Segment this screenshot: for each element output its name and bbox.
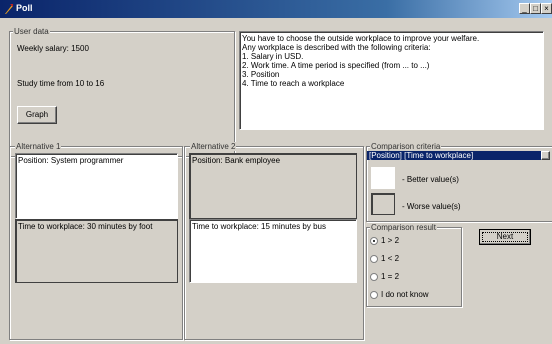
result-label-1-eq-2: 1 = 2 — [381, 272, 400, 281]
criteria-list-selected[interactable]: [Position] [Time to workplace] — [367, 151, 541, 160]
better-swatch — [371, 167, 395, 189]
title-bar: Poll _ □ × — [0, 0, 552, 18]
maximize-button[interactable]: □ — [530, 3, 541, 14]
worse-label: - Worse value(s) — [402, 202, 461, 211]
result-radio-1-gt-2[interactable] — [370, 237, 378, 245]
alt2-time-text: Time to workplace: 15 minutes by bus — [192, 222, 326, 231]
criteria-scroll-button[interactable] — [541, 151, 550, 160]
alternative-1-legend: Alternative 1 — [15, 142, 62, 151]
description-line: 4. Time to reach a workplace — [242, 79, 345, 88]
alt1-position-text: Position: System programmer — [18, 156, 124, 165]
description-line: You have to choose the outside workplace… — [242, 34, 480, 43]
minimize-button[interactable]: _ — [519, 3, 530, 14]
description-line: Any workplace is described with the foll… — [242, 43, 431, 52]
description-box: You have to choose the outside workplace… — [239, 31, 544, 130]
result-label-do-not-know: I do not know — [381, 290, 429, 299]
alternative-2-legend: Alternative 2 — [190, 142, 237, 151]
salary-text: Weekly salary: 1500 — [17, 44, 89, 53]
alt2-time-box: Time to workplace: 15 minutes by bus — [189, 219, 357, 283]
description-line: 1. Salary in USD. — [242, 52, 304, 61]
alt1-time-text: Time to workplace: 30 minutes by foot — [18, 222, 153, 231]
app-icon — [5, 4, 13, 14]
window-title: Poll — [16, 3, 33, 13]
comparison-criteria-legend: Comparison criteria — [370, 142, 442, 151]
worse-swatch — [371, 193, 395, 215]
result-label-1-gt-2: 1 > 2 — [381, 236, 400, 245]
result-radio-1-lt-2[interactable] — [370, 255, 378, 263]
criteria-selected-text: [Position] [Time to workplace] — [369, 151, 474, 160]
result-radio-1-eq-2[interactable] — [370, 273, 378, 281]
alt1-position-box: Position: System programmer — [15, 153, 178, 219]
result-label-1-lt-2: 1 < 2 — [381, 254, 400, 263]
next-button[interactable]: Next — [479, 229, 531, 245]
description-line: 2. Work time. A time period is specified… — [242, 61, 430, 70]
better-label: - Better value(s) — [402, 175, 459, 184]
close-button[interactable]: × — [541, 3, 552, 14]
description-line: 3. Position — [242, 70, 280, 79]
study-time-text: Study time from 10 to 16 — [17, 79, 105, 88]
user-data-legend: User data — [13, 27, 50, 36]
result-radio-do-not-know[interactable] — [370, 291, 378, 299]
alt1-time-box: Time to workplace: 30 minutes by foot — [15, 219, 178, 283]
comparison-result-legend: Comparison result — [370, 223, 437, 232]
alt2-position-box: Position: Bank employee — [189, 153, 357, 219]
alt2-position-text: Position: Bank employee — [192, 156, 281, 165]
graph-button[interactable]: Graph — [17, 106, 57, 124]
